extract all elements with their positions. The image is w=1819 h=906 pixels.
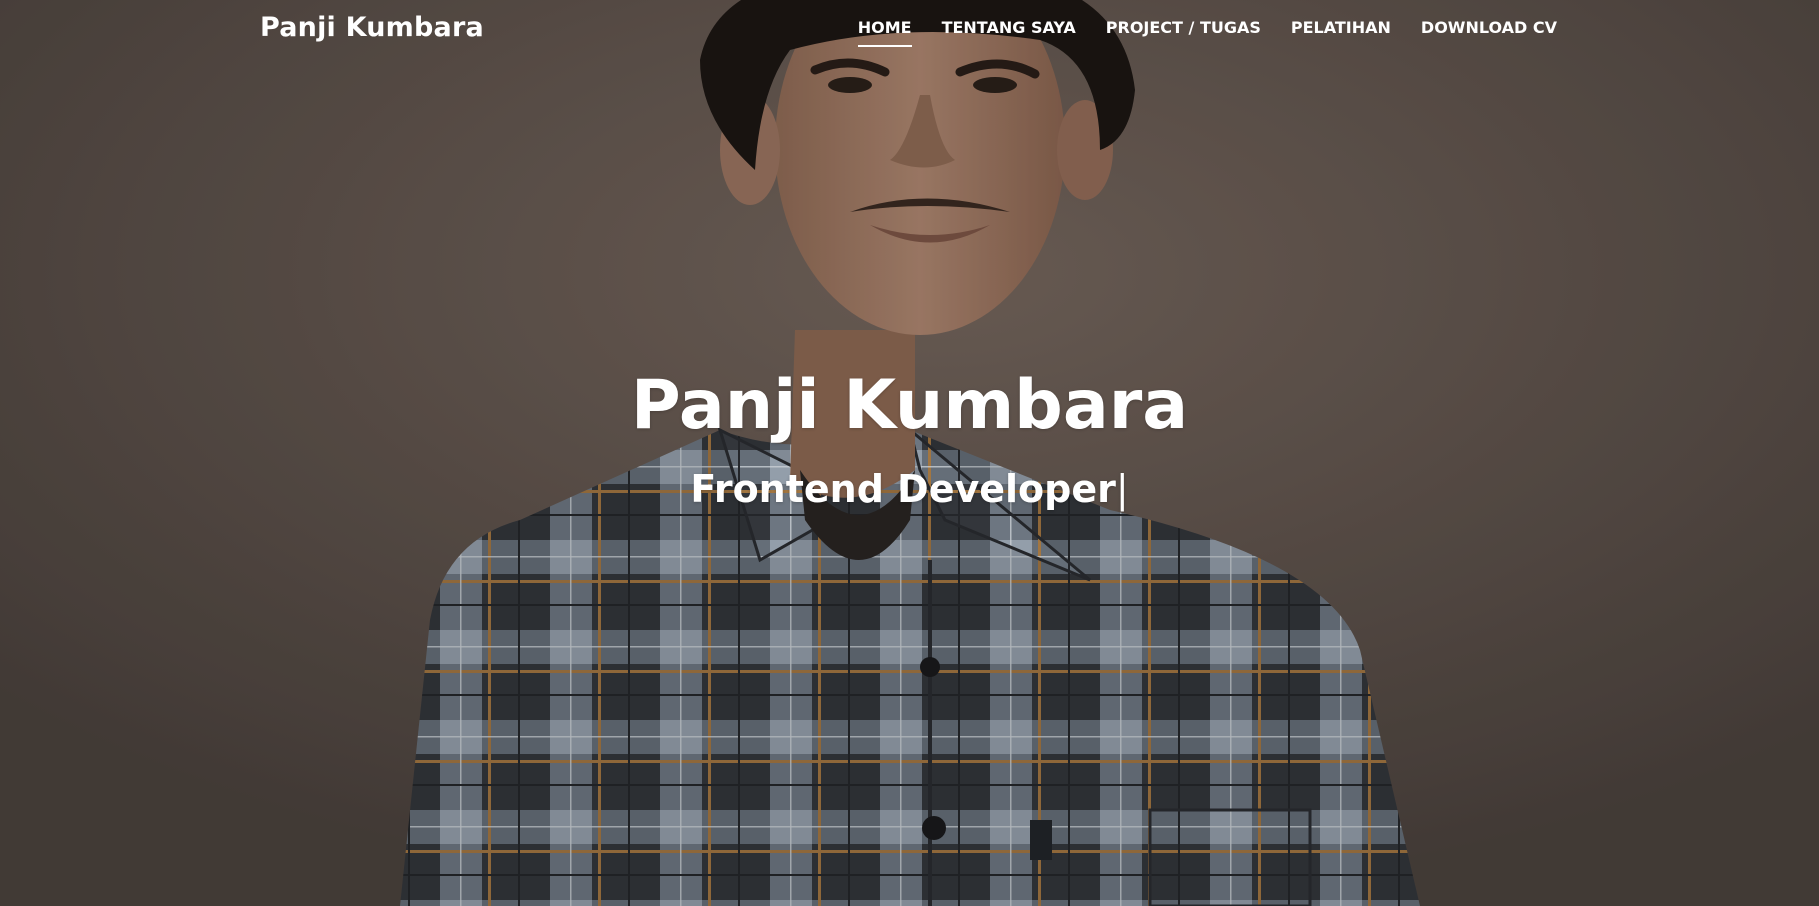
- navbar: Panji Kumbara HOME TENTANG SAYA PROJECT …: [0, 0, 1819, 60]
- nav-item-home[interactable]: HOME: [857, 18, 912, 47]
- hero-title: Panji Kumbara: [630, 366, 1189, 445]
- typing-cursor: |: [1115, 467, 1129, 511]
- nav-menu: HOME TENTANG SAYA PROJECT / TUGAS PELATI…: [857, 18, 1557, 47]
- nav-item-pelatihan[interactable]: PELATIHAN: [1291, 18, 1391, 47]
- nav-item-tentang-saya[interactable]: TENTANG SAYA: [942, 18, 1076, 47]
- hero-subtitle: Frontend Developer|: [0, 464, 1819, 514]
- typed-text: Frontend Developer: [690, 467, 1116, 511]
- nav-item-project-tugas[interactable]: PROJECT / TUGAS: [1106, 18, 1261, 47]
- hero-content: Panji Kumbara Frontend Developer|: [0, 362, 1819, 514]
- brand-logo-link[interactable]: Panji Kumbara: [260, 12, 484, 43]
- hero-section: Panji Kumbara HOME TENTANG SAYA PROJECT …: [0, 0, 1819, 906]
- nav-item-download-cv[interactable]: DOWNLOAD CV: [1421, 18, 1557, 47]
